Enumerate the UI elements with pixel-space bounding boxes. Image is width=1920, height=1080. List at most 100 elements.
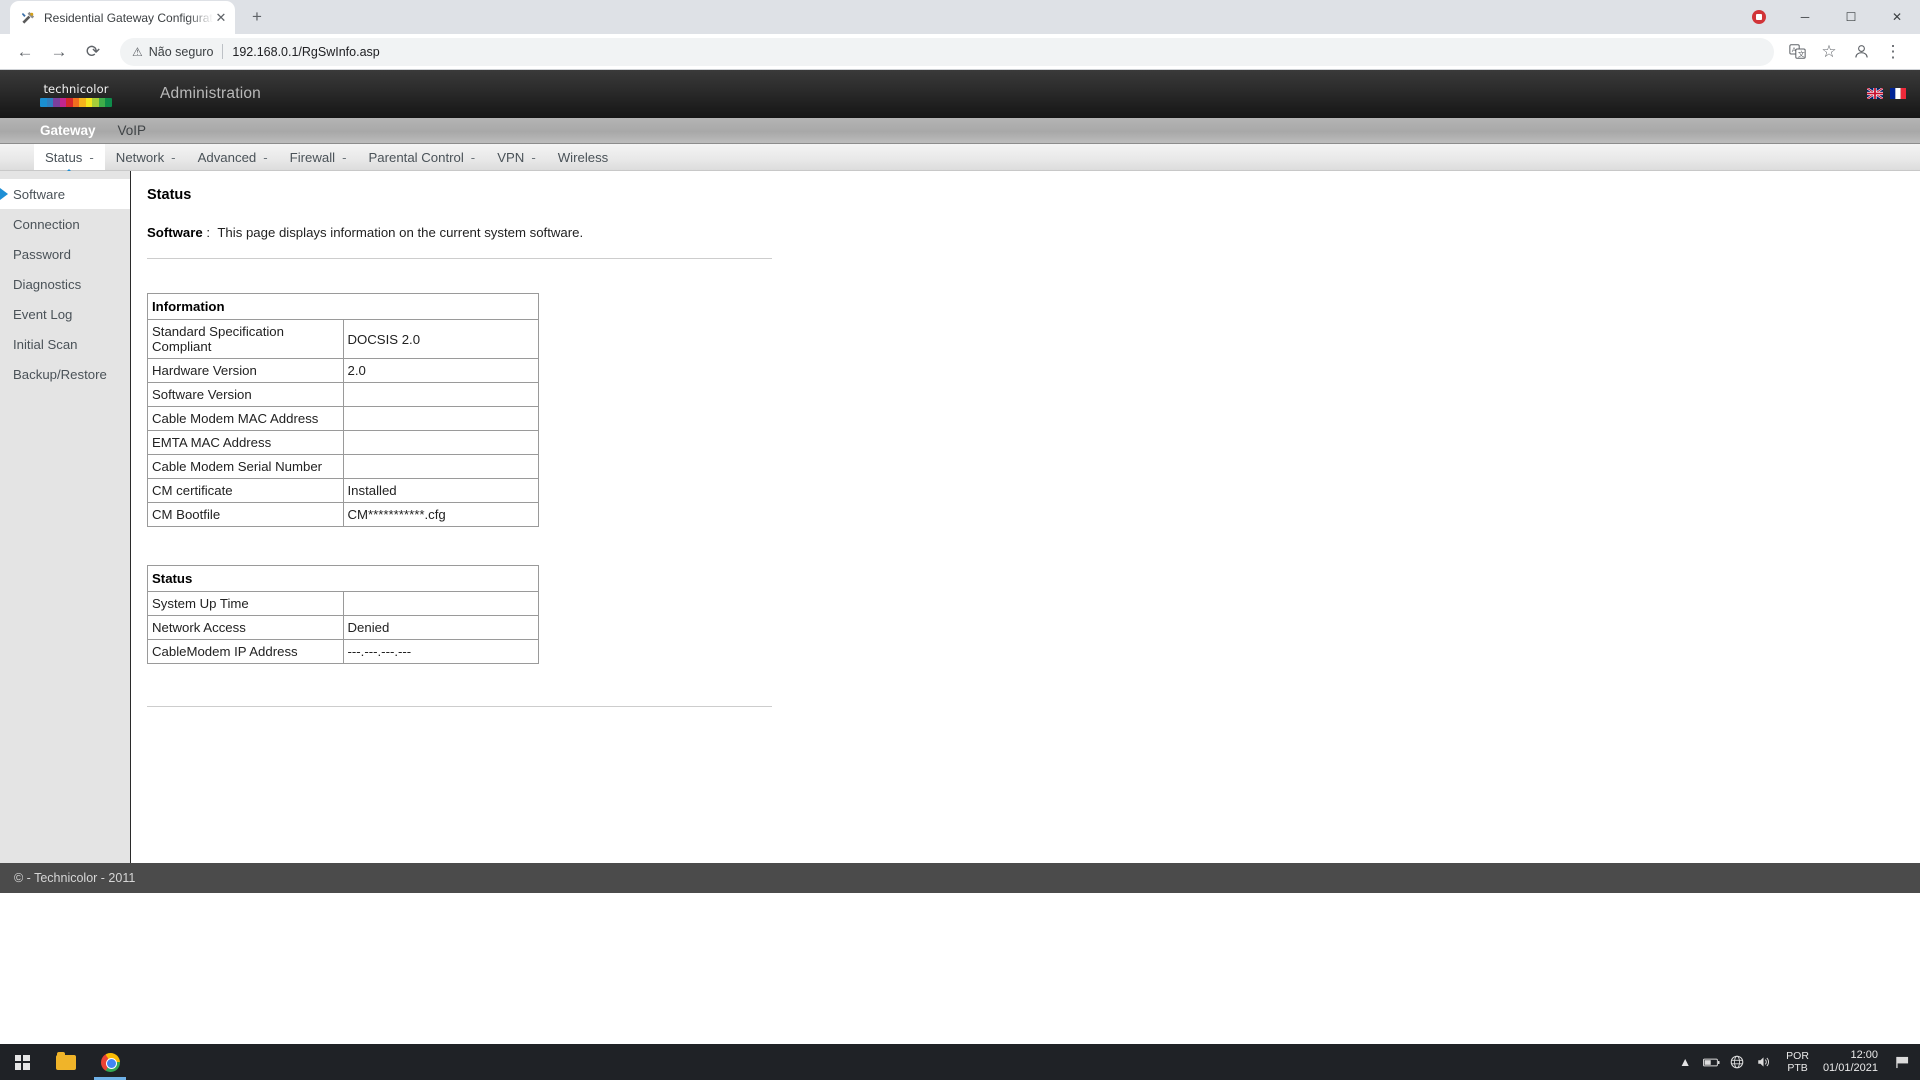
sidebar-item-initial-scan[interactable]: Initial Scan xyxy=(0,329,130,359)
nav-voip[interactable]: VoIP xyxy=(118,123,147,138)
row-value: Denied xyxy=(342,615,539,640)
window-controls: ─ ☐ ✕ xyxy=(1736,0,1920,34)
table-row: CM certificate Installed xyxy=(147,478,539,503)
row-value: Installed xyxy=(342,478,539,503)
taskbar-pinned-apps xyxy=(0,1044,132,1080)
network-globe-icon[interactable] xyxy=(1724,1044,1750,1080)
language-line1: POR xyxy=(1786,1050,1809,1062)
gateway-content: Status Software : This page displays inf… xyxy=(131,171,1920,863)
battery-icon[interactable] xyxy=(1698,1044,1724,1080)
technicolor-logo-text: technicolor xyxy=(43,81,109,96)
browser-tab-title: Residential Gateway Configuration xyxy=(44,10,213,25)
language-selector xyxy=(1866,86,1906,100)
tab-advanced[interactable]: Advanced - xyxy=(187,144,279,170)
notification-flag-icon[interactable] xyxy=(1890,1044,1914,1080)
taskbar-clock[interactable]: 12:00 01/01/2021 xyxy=(1819,1049,1890,1075)
technicolor-logo-colorbar xyxy=(40,97,112,107)
recording-stop-icon[interactable] xyxy=(1736,0,1782,34)
arrow-left-icon[interactable]: ← xyxy=(10,37,40,67)
table-header-row: Status xyxy=(147,565,539,592)
tab-status[interactable]: Status - xyxy=(34,144,105,170)
three-dots-menu-icon[interactable]: ⋮ xyxy=(1878,37,1908,67)
maximize-button[interactable]: ☐ xyxy=(1828,0,1874,34)
reload-icon[interactable]: ⟳ xyxy=(78,37,108,67)
row-value xyxy=(342,454,539,479)
tab-network[interactable]: Network - xyxy=(105,144,187,170)
flag-france-icon[interactable] xyxy=(1890,86,1906,99)
language-indicator[interactable]: POR PTB xyxy=(1776,1050,1819,1074)
chevron-down-icon: - xyxy=(342,149,347,165)
table-row: Cable Modem Serial Number xyxy=(147,454,539,479)
page-title: Administration xyxy=(160,85,262,102)
clock-time: 12:00 xyxy=(1850,1049,1878,1061)
tab-parental-control-label: Parental Control xyxy=(368,149,464,165)
tab-wireless[interactable]: Wireless xyxy=(547,144,620,170)
windows-start-icon[interactable] xyxy=(0,1044,44,1080)
sidebar-item-label: Event Log xyxy=(13,306,73,322)
table-row: Software Version xyxy=(147,382,539,407)
sidebar-item-password[interactable]: Password xyxy=(0,239,130,269)
table-row: CableModem IP Address ---.---.---.--- xyxy=(147,639,539,664)
sidebar-item-connection[interactable]: Connection xyxy=(0,209,130,239)
star-icon[interactable]: ☆ xyxy=(1814,37,1844,67)
translate-icon[interactable]: A文 xyxy=(1782,37,1812,67)
security-status-label: Não seguro xyxy=(148,44,214,59)
chevron-down-icon: - xyxy=(531,149,536,165)
gateway-sidebar: Software Connection Password Diagnostics… xyxy=(0,171,131,863)
row-key: Cable Modem MAC Address xyxy=(147,406,344,431)
gateway-header: technicolor Administration xyxy=(0,70,1920,118)
sidebar-item-event-log[interactable]: Event Log xyxy=(0,299,130,329)
arrow-right-icon[interactable]: → xyxy=(44,37,74,67)
chevron-down-icon: - xyxy=(171,149,176,165)
clock-date: 01/01/2021 xyxy=(1822,1062,1878,1074)
table-row: Network Access Denied xyxy=(147,615,539,640)
table-row: System Up Time xyxy=(147,591,539,616)
tab-parental-control[interactable]: Parental Control - xyxy=(357,144,486,170)
toolbar-actions: A文 ☆ ⋮ xyxy=(1782,37,1910,67)
tab-firewall-label: Firewall xyxy=(289,149,336,165)
new-tab-button[interactable]: + xyxy=(243,3,271,31)
nav-gateway[interactable]: Gateway xyxy=(40,123,96,138)
close-window-button[interactable]: ✕ xyxy=(1874,0,1920,34)
content-title: Status xyxy=(147,187,192,203)
tab-firewall[interactable]: Firewall - xyxy=(279,144,358,170)
url-text: 192.168.0.1/RgSwInfo.asp xyxy=(232,44,380,59)
content-description: Software : This page displays informatio… xyxy=(147,225,1920,240)
volume-icon[interactable] xyxy=(1750,1044,1776,1080)
sidebar-item-backup-restore[interactable]: Backup/Restore xyxy=(0,359,130,389)
content-description-text: This page displays information on the cu… xyxy=(217,225,584,240)
svg-text:文: 文 xyxy=(1797,50,1804,59)
browser-tab[interactable]: Residential Gateway Configuration ✕ xyxy=(10,1,235,34)
browser-toolbar: ← → ⟳ ⚠ Não seguro 192.168.0.1/RgSwInfo.… xyxy=(0,34,1920,70)
address-bar[interactable]: ⚠ Não seguro 192.168.0.1/RgSwInfo.asp xyxy=(120,37,1774,66)
browser-window: Residential Gateway Configuration ✕ + ─ … xyxy=(0,0,1920,1044)
row-value: 2.0 xyxy=(342,358,539,383)
chevron-down-icon: - xyxy=(263,149,268,165)
row-value xyxy=(342,382,539,407)
row-key: CableModem IP Address xyxy=(147,639,344,664)
table-row: CM Bootfile CM***********.cfg xyxy=(147,502,539,527)
sidebar-item-software[interactable]: Software xyxy=(0,179,130,209)
gateway-footer: © - Technicolor - 2011 xyxy=(0,863,1920,893)
row-key: EMTA MAC Address xyxy=(147,430,344,455)
close-icon[interactable]: ✕ xyxy=(213,10,229,26)
row-value xyxy=(342,430,539,455)
row-key: CM Bootfile xyxy=(147,502,344,527)
triangle-right-icon xyxy=(0,188,8,200)
tab-vpn[interactable]: VPN - xyxy=(486,144,547,170)
chevron-down-icon: - xyxy=(470,149,476,165)
row-key: System Up Time xyxy=(147,591,344,616)
table-row: Standard Specification Compliant DOCSIS … xyxy=(147,319,539,359)
status-table-header: Status xyxy=(147,565,539,592)
chevron-up-icon[interactable]: ▲ xyxy=(1672,1044,1698,1080)
chrome-icon[interactable] xyxy=(88,1044,132,1080)
row-value: ---.---.---.--- xyxy=(342,639,539,664)
sidebar-item-diagnostics[interactable]: Diagnostics xyxy=(0,269,130,299)
sidebar-item-label: Connection xyxy=(13,216,80,232)
information-table: Information Standard Specification Compl… xyxy=(147,293,539,527)
flag-uk-icon[interactable] xyxy=(1866,86,1884,100)
profile-avatar-icon[interactable] xyxy=(1846,37,1876,67)
row-key: Standard Specification Compliant xyxy=(147,319,344,359)
file-explorer-icon[interactable] xyxy=(44,1044,88,1080)
minimize-button[interactable]: ─ xyxy=(1782,0,1828,34)
